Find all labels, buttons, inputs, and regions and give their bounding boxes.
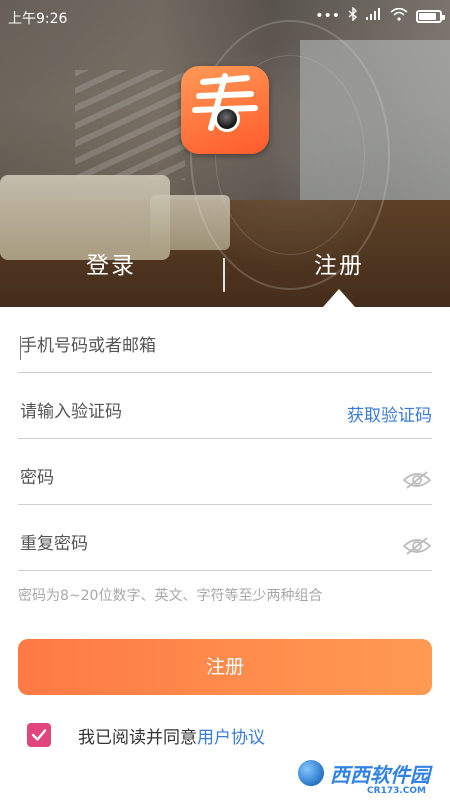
watermark-text: 西西软件园 [330,762,430,787]
wifi-icon [390,7,408,25]
battery-icon [416,9,445,23]
bluetooth-icon [348,6,358,25]
camera-lens-icon [214,106,240,132]
verification-code-field[interactable]: 请输入验证码 获取验证码 [18,373,432,439]
password-placeholder: 密码 [20,468,54,488]
register-form: 手机号码或者邮箱 请输入验证码 获取验证码 密码 重复密码 密码为8~20位数字… [18,307,432,605]
tab-divider [223,258,225,292]
checkmark-icon [31,729,47,741]
signal-dots-icon: ••• [315,8,340,24]
eye-hidden-icon[interactable] [402,536,432,556]
user-agreement-link[interactable]: 用户协议 [197,723,265,748]
cell-signal-icon [366,8,382,24]
active-tab-indicator [323,289,355,307]
agreement-checkbox[interactable] [27,723,51,747]
register-button[interactable]: 注册 [18,639,432,695]
watermark-logo-icon [296,758,326,788]
tab-login[interactable]: 登录 [86,246,136,280]
phone-email-field[interactable]: 手机号码或者邮箱 [18,307,432,373]
status-icons: ••• [315,6,445,25]
watermark: 西西软件园 CR173.COM [296,754,430,796]
agreement-text: 我已阅读并同意 [78,727,197,748]
register-screen: 上午9:26 ••• 登录 注册 手机号码或者邮箱 请输入验证码 获取验证码 密… [0,0,450,800]
status-time: 上午9:26 [8,11,68,27]
tab-register[interactable]: 注册 [314,246,364,280]
confirm-password-placeholder: 重复密码 [20,534,88,554]
password-field[interactable]: 密码 [18,439,432,505]
agreement-row: 我已阅读并同意 用户协议 [27,722,265,748]
get-code-button[interactable]: 获取验证码 [347,401,432,426]
battery-level [419,12,436,20]
phone-email-placeholder: 手机号码或者邮箱 [20,336,156,356]
watermark-subtext: CR173.COM [367,786,426,796]
text-cursor [20,336,21,360]
status-bar: 上午9:26 ••• [0,0,450,32]
verification-code-placeholder: 请输入验证码 [20,402,122,422]
app-logo [181,66,269,154]
password-hint: 密码为8~20位数字、英文、字符等至少两种组合 [18,588,323,604]
confirm-password-field[interactable]: 重复密码 [18,505,432,571]
eye-hidden-icon[interactable] [402,470,432,490]
